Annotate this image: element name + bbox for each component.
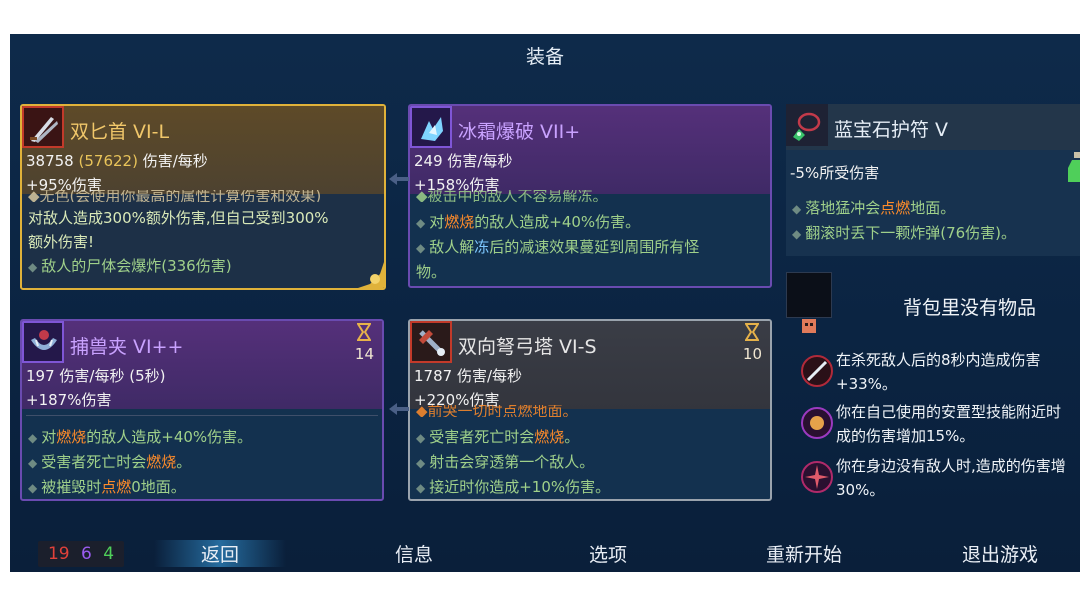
wolf-trap-icon xyxy=(22,321,64,363)
card-name: 双匕首 VI-L xyxy=(70,121,170,143)
tactics-count: 6 xyxy=(80,544,92,564)
amulet-panel[interactable]: 蓝宝石护符 V -5%所受伤害 ◆ 落地猛冲会点燃地面。 ◆ 翻滚时丢下一颗炸弹(7… xyxy=(786,104,1080,256)
card-name: 冰霜爆破 VII+ xyxy=(458,121,581,143)
skill-card-crossbow-turret[interactable]: 双向弩弓塔 VI-S 10 1787 伤害/每秒 +220%伤害 ◆前哭一切时点… xyxy=(408,319,772,501)
mutation-item[interactable]: 你在自己使用的安置型技能附近时 成的伤害增加15%。 xyxy=(794,400,1080,446)
back-button[interactable]: 返回 xyxy=(154,540,286,567)
swap-arrow-icon[interactable] xyxy=(387,402,411,416)
options-button[interactable]: 选项 xyxy=(548,540,668,567)
amulet-effects: ◆ 落地猛冲会点燃地面。 ◆ 翻滚时丢下一颗炸弹(76伤害)。 xyxy=(792,196,1080,246)
mutation-text: 在杀死敌人后的8秒内造成伤害 +33%。 xyxy=(836,351,1041,393)
potion-icon xyxy=(1068,152,1080,182)
survival-count: 4 xyxy=(103,544,115,564)
card-dps: 1787 伤害/每秒 xyxy=(414,367,522,385)
dps-alt-value: (57622) xyxy=(78,152,138,170)
tactician-icon xyxy=(801,407,833,439)
hourglass-icon xyxy=(744,323,761,341)
effect-line: ◆ 被摧毁时点燃0地面。 xyxy=(28,478,186,496)
card-effects: ◆ 对燃烧的敌人造成+40%伤害。 ◆ 受害者死亡时会燃烧。 ◆ 被摧毁时点燃0地面。 xyxy=(28,425,376,499)
mutation-text: 你在自己使用的安置型技能附近时 成的伤害增加15%。 xyxy=(836,403,1062,445)
frost-blast-icon xyxy=(410,106,452,148)
bottom-bar: 19 6 4 返回 信息 选项 重新开始 退出游戏 xyxy=(10,536,1080,572)
game-screen: 装备 双匕首 VI-L 38758 (57622) 伤害/每秒 +95%伤害 ◆… xyxy=(10,34,1080,572)
effect-line: ◆ 接近时你造成+10%伤害。 xyxy=(416,478,611,496)
card-bonus: +187%伤害 xyxy=(26,391,112,409)
card-dps: 197 伤害/每秒 (5秒) xyxy=(26,367,166,385)
backpack-frame xyxy=(786,272,832,318)
effect-line: ◆ 敌人解冻后的减速效果蔓延到周围所有怪 xyxy=(416,238,700,256)
effect-line: 物。 xyxy=(416,263,447,281)
mutation-item[interactable]: 在杀死敌人后的8秒内造成伤害 +33%。 xyxy=(794,348,1080,394)
mutation-text: 你在身边没有敌人时,造成的伤害增 30%。 xyxy=(836,457,1066,499)
effect-line: ◆ 受害者死亡时会燃烧。 xyxy=(416,428,580,446)
quit-game-button[interactable]: 退出游戏 xyxy=(940,540,1060,567)
cut-off-text: ◆被击中的敌人不容易解冻。 xyxy=(416,190,608,202)
effect-line: 对敌人造成300%额外伤害,但自己受到300% xyxy=(28,209,329,227)
backpack-empty-text: 背包里没有物品 xyxy=(903,297,1037,319)
card-dps: 249 伤害/每秒 xyxy=(414,152,513,170)
effect-line: ◆ 对燃烧的敌人造成+40%伤害。 xyxy=(416,213,641,231)
amulet-name: 蓝宝石护符 V xyxy=(834,119,949,141)
effect-line: ◆ 敌人的尸体会爆炸(336伤害) xyxy=(28,257,232,275)
cooldown-value: 10 xyxy=(742,345,762,363)
sapphire-amulet-icon xyxy=(793,112,821,141)
crossbow-turret-icon xyxy=(410,321,452,363)
card-effects: ◆ 对燃烧的敌人造成+40%伤害。 ◆ 敌人解冻后的减速效果蔓延到周围所有怪 物。 xyxy=(416,210,764,284)
info-button[interactable]: 信息 xyxy=(354,540,474,567)
hourglass-icon xyxy=(356,323,373,341)
amulet-stat: -5%所受伤害 xyxy=(790,164,880,182)
card-dps: 38758 (57622) 伤害/每秒 xyxy=(26,150,208,171)
brutality-count: 19 xyxy=(47,544,70,564)
card-name: 捕兽夹 VI++ xyxy=(70,336,184,358)
alienation-icon xyxy=(801,461,833,493)
stat-counts: 19 6 4 xyxy=(38,541,124,567)
twin-daggers-icon xyxy=(22,106,64,148)
effect-line: 额外伤害! xyxy=(28,233,95,251)
skill-card-wolf-trap[interactable]: 捕兽夹 VI++ 14 197 伤害/每秒 (5秒) +187%伤害 ◆ 对燃烧的… xyxy=(20,319,384,501)
mutation-item[interactable]: 你在身边没有敌人时,造成的伤害增 30%。 xyxy=(794,454,1080,500)
weapon-card-dagger[interactable]: 双匕首 VI-L 38758 (57622) 伤害/每秒 +95%伤害 ◆无色(… xyxy=(20,104,386,290)
backpack-slot[interactable] xyxy=(786,272,832,336)
swap-arrow-icon[interactable] xyxy=(387,172,411,186)
cut-off-text: ◆前哭一切时点燃地面。 xyxy=(416,405,578,417)
dps-unit: 伤害/每秒 xyxy=(142,152,208,170)
divider xyxy=(26,415,378,416)
backpack-head-icon xyxy=(802,319,816,333)
corner-ornament-icon xyxy=(358,262,384,288)
page-title: 装备 xyxy=(525,46,564,68)
dps-value: 38758 xyxy=(26,152,74,170)
cooldown-timer: 14 xyxy=(355,323,374,363)
effect-line: ◆ 对燃烧的敌人造成+40%伤害。 xyxy=(28,428,253,446)
cut-off-text: ◆无色(会使用你最高的属性计算伤害和效果) xyxy=(28,190,322,202)
effect-line: ◆ 射击会穿透第一个敌人。 xyxy=(416,453,595,471)
cooldown-timer: 10 xyxy=(743,323,762,363)
effect-line: ◆ 落地猛冲会点燃地面。 xyxy=(792,199,956,217)
effect-line: ◆ 翻滚时丢下一颗炸弹(76伤害)。 xyxy=(792,224,1017,242)
amulet-icon-box xyxy=(786,104,828,146)
card-name: 双向弩弓塔 VI-S xyxy=(458,336,597,358)
restart-button[interactable]: 重新开始 xyxy=(744,540,864,567)
effect-line: ◆ 受害者死亡时会燃烧。 xyxy=(28,453,192,471)
card-effects: ◆ 受害者死亡时会燃烧。 ◆ 射击会穿透第一个敌人。 ◆ 接近时你造成+10%伤害。 xyxy=(416,425,764,499)
cooldown-value: 14 xyxy=(354,345,374,363)
card-effects: 对敌人造成300%额外伤害,但自己受到300% 额外伤害! ◆ 敌人的尸体会爆炸(… xyxy=(28,206,378,279)
killer-instinct-icon xyxy=(801,355,833,387)
weapon-card-frost-blast[interactable]: 冰霜爆破 VII+ 249 伤害/每秒 +158%伤害 ◆被击中的敌人不容易解冻… xyxy=(408,104,772,288)
